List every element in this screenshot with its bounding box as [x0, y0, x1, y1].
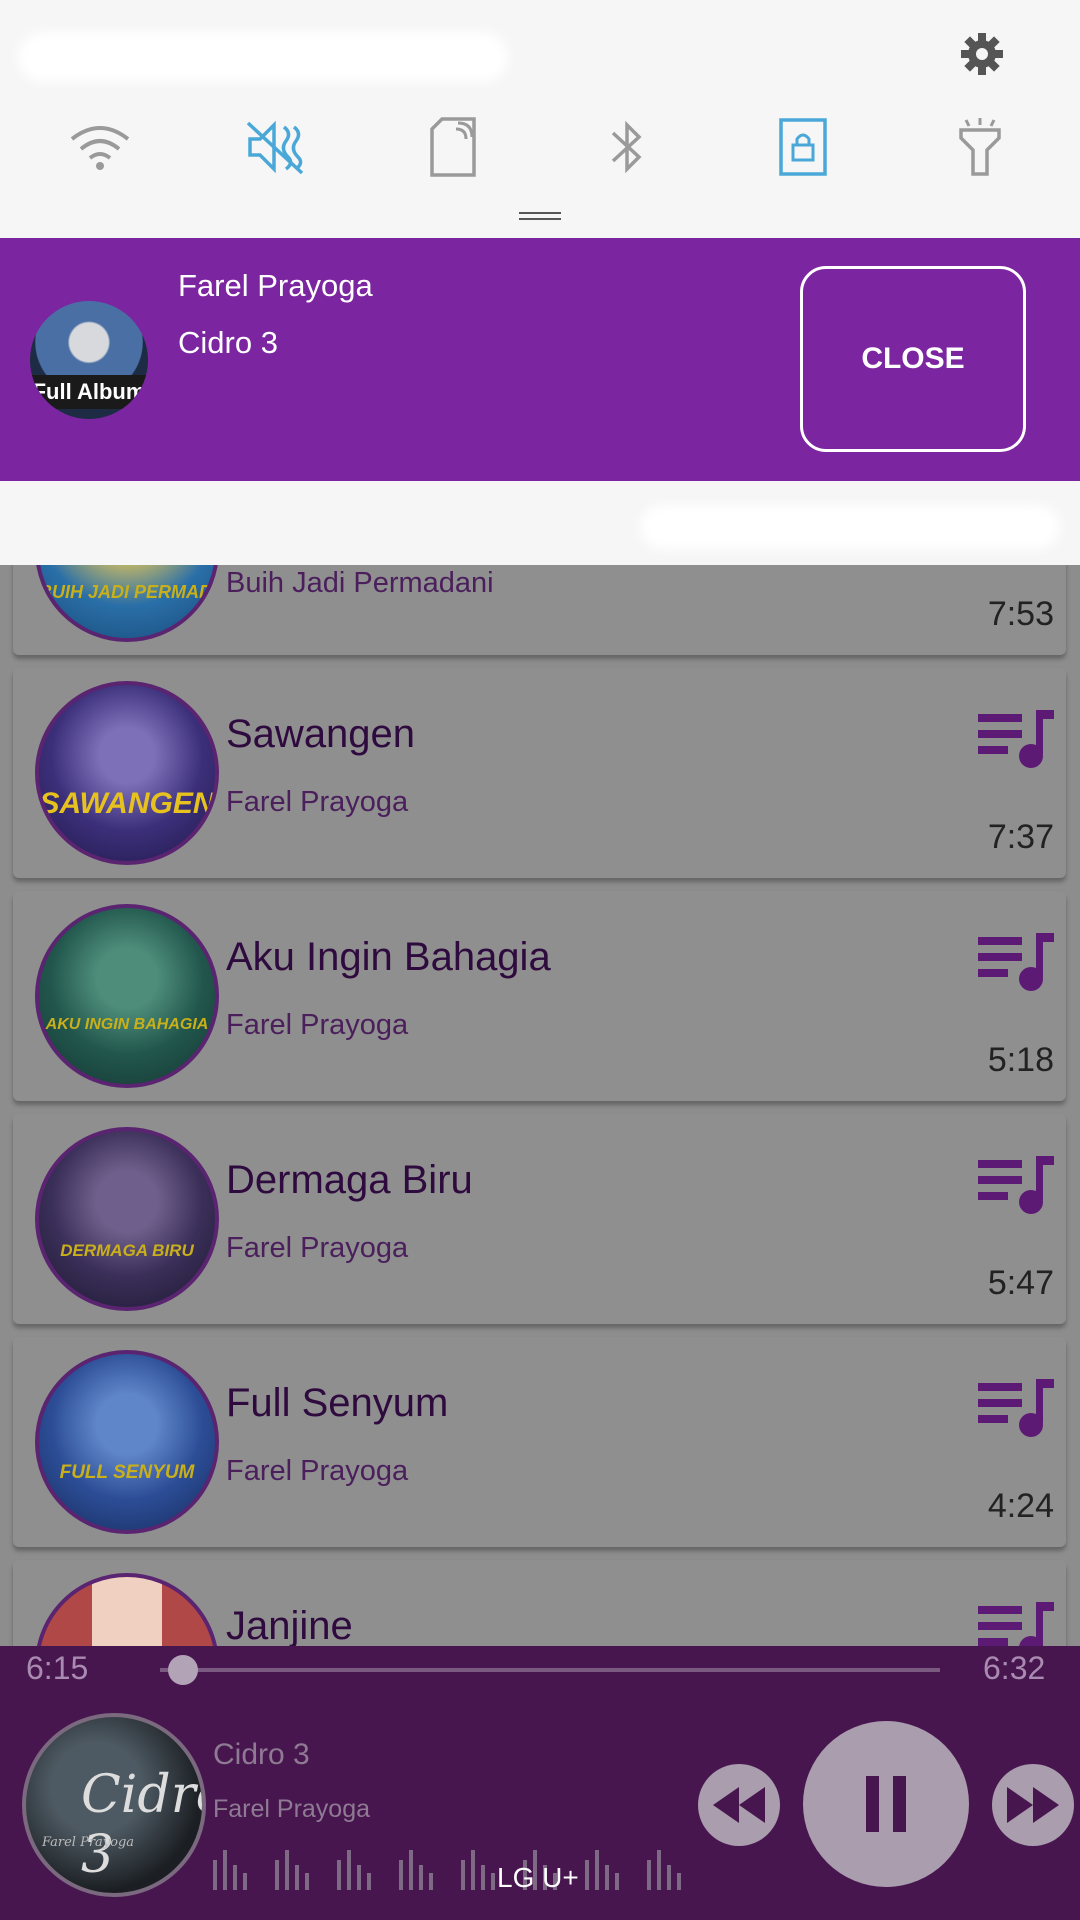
shade-drag-handle[interactable]: [519, 212, 561, 220]
notification-album-art: Full Album: [30, 301, 148, 419]
song-artist: Farel Prayoga: [226, 786, 409, 818]
rewind-icon: [713, 1787, 765, 1823]
song-artist: Farel Prayoga: [226, 1455, 409, 1487]
auto-rotate-toggle[interactable]: [418, 112, 488, 182]
song-duration: 5:18: [987, 1041, 1054, 1079]
bluetooth-toggle[interactable]: [592, 112, 662, 182]
bluetooth-icon: [611, 120, 642, 174]
song-title: Full Senyum: [226, 1381, 449, 1425]
thumbnail-caption: BUIH JADI PERMADANI: [39, 582, 215, 602]
player-artist: Farel Prayoga: [213, 1795, 371, 1823]
notification-artist: Farel Prayoga: [178, 268, 373, 303]
player-title: Cidro 3: [213, 1738, 310, 1771]
song-duration: 7:37: [987, 818, 1054, 856]
song-card[interactable]: DERMAGA BIRU Dermaga Biru Farel Prayoga …: [13, 1114, 1066, 1324]
song-title: Janjine: [226, 1604, 353, 1648]
auto-rotate-icon: [430, 117, 476, 177]
sound-off-icon: [246, 120, 304, 175]
thumbnail-caption: DERMAGA BIRU: [60, 1241, 194, 1260]
song-thumbnail: DERMAGA BIRU: [35, 1127, 219, 1311]
thumbnail-caption: SAWANGEN: [39, 787, 215, 820]
song-duration: 5:47: [987, 1264, 1054, 1302]
wifi-icon: [70, 126, 130, 170]
redacted-area: [640, 505, 1060, 549]
quick-settings-row: [0, 112, 1080, 184]
song-duration: 7:53: [987, 595, 1054, 633]
song-artist: Farel Prayoga: [226, 1232, 409, 1264]
add-to-queue-icon[interactable]: [978, 933, 1056, 995]
song-artist: Farel Prayoga: [226, 1009, 409, 1041]
add-to-queue-icon[interactable]: [978, 1379, 1056, 1441]
redacted-area: [18, 32, 508, 82]
sound-toggle[interactable]: [241, 112, 311, 182]
notification-footer: [0, 481, 1080, 565]
flashlight-icon: [959, 118, 1001, 176]
song-title: Dermaga Biru: [226, 1158, 473, 1202]
flashlight-toggle[interactable]: [945, 112, 1015, 182]
fast-forward-icon: [1007, 1787, 1059, 1823]
notification-shade: [0, 0, 1080, 238]
thumbnail-caption: AKU INGIN BAHAGIA: [45, 1016, 209, 1033]
song-card[interactable]: FULL SENYUM Full Senyum Farel Prayoga 4:…: [13, 1337, 1066, 1547]
wifi-toggle[interactable]: [65, 112, 135, 182]
screen-lock-icon: [779, 118, 827, 176]
song-thumbnail: SAWANGEN: [35, 681, 219, 865]
song-card[interactable]: SAWANGEN Sawangen Farel Prayoga 7:37: [13, 668, 1066, 878]
add-to-queue-icon[interactable]: [978, 710, 1056, 772]
song-artist: Buih Jadi Permadani: [226, 567, 494, 599]
player-album-art[interactable]: Cidro 3 Farel Prayoga: [22, 1713, 206, 1897]
song-thumbnail: FULL SENYUM: [35, 1350, 219, 1534]
thumbnail-caption: FULL SENYUM: [59, 1462, 195, 1483]
seek-bar[interactable]: [160, 1668, 940, 1672]
album-art-caption: Full Album: [30, 375, 148, 409]
pause-button[interactable]: [803, 1721, 969, 1887]
album-art-subcaption: Farel Prayoga: [42, 1835, 135, 1850]
pause-icon: [866, 1776, 906, 1832]
settings-gear-icon[interactable]: [958, 30, 1006, 78]
notification-title: Cidro 3: [178, 325, 278, 360]
album-art-caption: Cidro 3: [81, 1765, 202, 1885]
rewind-button[interactable]: [698, 1764, 780, 1846]
fast-forward-button[interactable]: [992, 1764, 1074, 1846]
carrier-label: LG U+: [497, 1862, 579, 1893]
song-thumbnail: AKU INGIN BAHAGIA: [35, 904, 219, 1088]
total-time: 6:32: [983, 1650, 1046, 1686]
screen-lock-toggle[interactable]: [768, 112, 838, 182]
song-duration: 4:24: [987, 1487, 1054, 1525]
song-card[interactable]: AKU INGIN BAHAGIA Aku Ingin Bahagia Fare…: [13, 891, 1066, 1101]
song-title: Aku Ingin Bahagia: [226, 935, 551, 979]
song-title: Sawangen: [226, 712, 416, 756]
close-button[interactable]: CLOSE: [800, 266, 1026, 452]
current-time: 6:15: [26, 1650, 89, 1686]
audio-visualizer-icon: [213, 1850, 681, 1890]
add-to-queue-icon[interactable]: [978, 1156, 1056, 1218]
